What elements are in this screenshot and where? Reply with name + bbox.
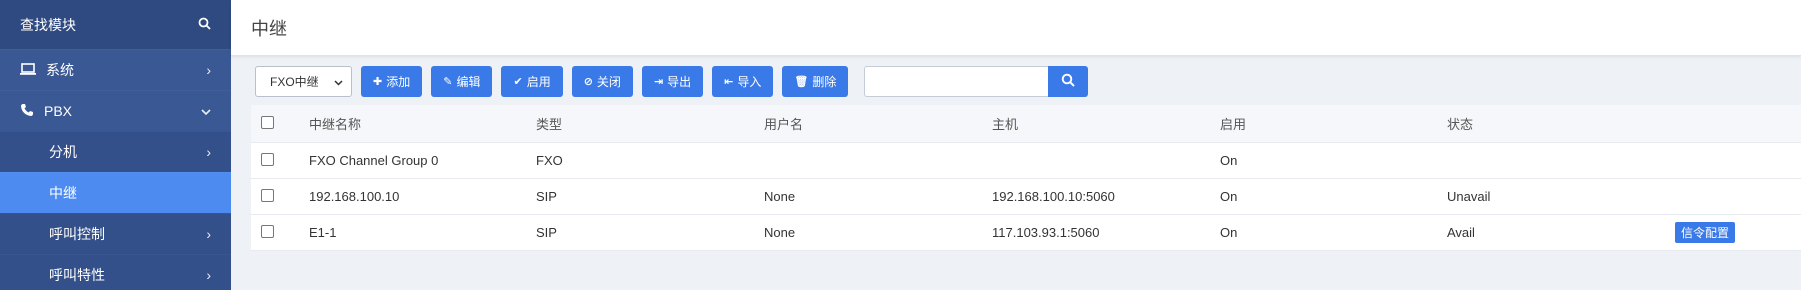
table-row[interactable]: E1-1 SIP None 117.103.93.1:5060 On Avail… [251,215,1801,251]
delete-button[interactable]: 🗑 删除 [782,66,849,97]
sidebar: 查找模块 系统 › PBX 分机 › 中继 呼叫控制 › 呼叫特性 › [0,0,231,290]
ban-icon: ⊘ [583,76,593,88]
header-host: 主机 [992,117,1019,132]
trunk-table: 中继名称 类型 用户名 主机 启用 状态 FXO Channel Group 0… [251,105,1801,251]
sidebar-item-label: 分机 [49,144,77,160]
trunk-type-select-value: FXO中继 [270,75,319,89]
table-row[interactable]: 192.168.100.10 SIP None 192.168.100.10:5… [251,179,1801,215]
header-enabled: 启用 [1220,117,1247,132]
search-button[interactable] [1048,66,1089,97]
chevron-down-icon [334,75,343,89]
page-header: 中继 [231,0,1801,56]
edit-button-label: 编辑 [456,75,481,89]
header-status: 状态 [1447,117,1474,132]
cell-enabled: On [1220,189,1238,204]
trunk-type-select[interactable]: FXO中继 [255,66,352,97]
select-all-checkbox[interactable] [261,115,274,129]
sidebar-item-label: 呼叫特性 [49,267,105,283]
table-search [864,66,1089,97]
cell-username: None [764,225,796,240]
header-username: 用户名 [764,117,804,132]
header-trunk-name: 中继名称 [309,117,362,132]
enable-button-label: 启用 [526,75,551,89]
table-header: 中继名称 类型 用户名 主机 启用 状态 [251,105,1801,143]
cell-type: SIP [536,225,557,240]
module-search-label: 查找模块 [20,16,76,33]
check-icon: ✔ [513,76,523,88]
sidebar-item-label: 呼叫控制 [49,226,105,242]
sidebar-item-trunk[interactable]: 中继 [0,172,231,213]
cell-username: None [764,189,796,204]
search-icon[interactable] [198,17,211,33]
cell-enabled: On [1220,153,1238,168]
add-button-label: 添加 [386,75,411,89]
edit-icon: ✎ [443,76,453,88]
signaling-config-button[interactable]: 信令配置 [1675,222,1736,243]
plus-icon: ✚ [373,76,383,88]
row-checkbox[interactable] [261,224,274,238]
sidebar-item-call-control[interactable]: 呼叫控制 › [0,213,231,254]
export-icon: ⇥ [653,76,664,88]
close-button-label: 关闭 [596,75,621,89]
sidebar-item-call-features[interactable]: 呼叫特性 › [0,254,231,290]
laptop-icon [20,62,36,78]
toolbar: FXO中继 ✚ 添加 ✎ 编辑 ✔ 启用 ⊘ 关闭 ⇥ 导出 ⇤ 导入 🗑 删除 [255,66,1089,97]
import-button-label: 导入 [737,75,762,89]
cell-trunk-name: E1-1 [309,225,337,240]
trash-icon: 🗑 [794,76,809,88]
chevron-down-icon [201,103,211,119]
cell-trunk-name: 192.168.100.10 [309,189,400,204]
cell-host: 117.103.93.1:5060 [992,225,1100,240]
close-button[interactable]: ⊘ 关闭 [571,66,633,97]
export-button-label: 导出 [667,75,692,89]
table-row[interactable]: FXO Channel Group 0 FXO On [251,143,1801,179]
chevron-right-icon: › [206,267,211,283]
export-button[interactable]: ⇥ 导出 [641,66,704,97]
cell-host: 192.168.100.10:5060 [992,189,1115,204]
import-button[interactable]: ⇤ 导入 [712,66,774,97]
row-checkbox[interactable] [261,188,274,202]
main-content: 中继 FXO中继 ✚ 添加 ✎ 编辑 ✔ 启用 ⊘ 关闭 ⇥ 导出 ⇤ 导入 🗑… [231,0,1801,290]
delete-button-label: 删除 [812,75,837,89]
chevron-right-icon: › [206,62,211,78]
phone-icon [20,103,34,120]
sidebar-item-extension[interactable]: 分机 › [0,131,231,172]
cell-status: Avail [1447,225,1475,240]
search-icon [1061,73,1076,90]
sidebar-item-label: 中继 [49,185,77,201]
cell-trunk-name: FXO Channel Group 0 [309,153,439,168]
search-input[interactable] [864,66,1049,97]
chevron-right-icon: › [206,226,211,242]
sidebar-item-label: 系统 [46,62,74,78]
sidebar-item-label: PBX [44,103,73,119]
edit-button[interactable]: ✎ 编辑 [431,66,493,97]
chevron-right-icon: › [206,144,211,160]
page-title: 中继 [251,18,287,39]
cell-status: Unavail [1447,189,1491,204]
module-search[interactable]: 查找模块 [0,0,231,49]
sidebar-item-system[interactable]: 系统 › [0,49,231,90]
import-icon: ⇤ [724,76,734,88]
enable-button[interactable]: ✔ 启用 [501,66,563,97]
header-type: 类型 [536,117,563,132]
cell-enabled: On [1220,225,1238,240]
cell-type: SIP [536,189,557,204]
add-button[interactable]: ✚ 添加 [361,66,423,97]
row-checkbox[interactable] [261,152,274,166]
cell-type: FXO [536,153,563,168]
sidebar-item-pbx[interactable]: PBX [0,90,231,131]
